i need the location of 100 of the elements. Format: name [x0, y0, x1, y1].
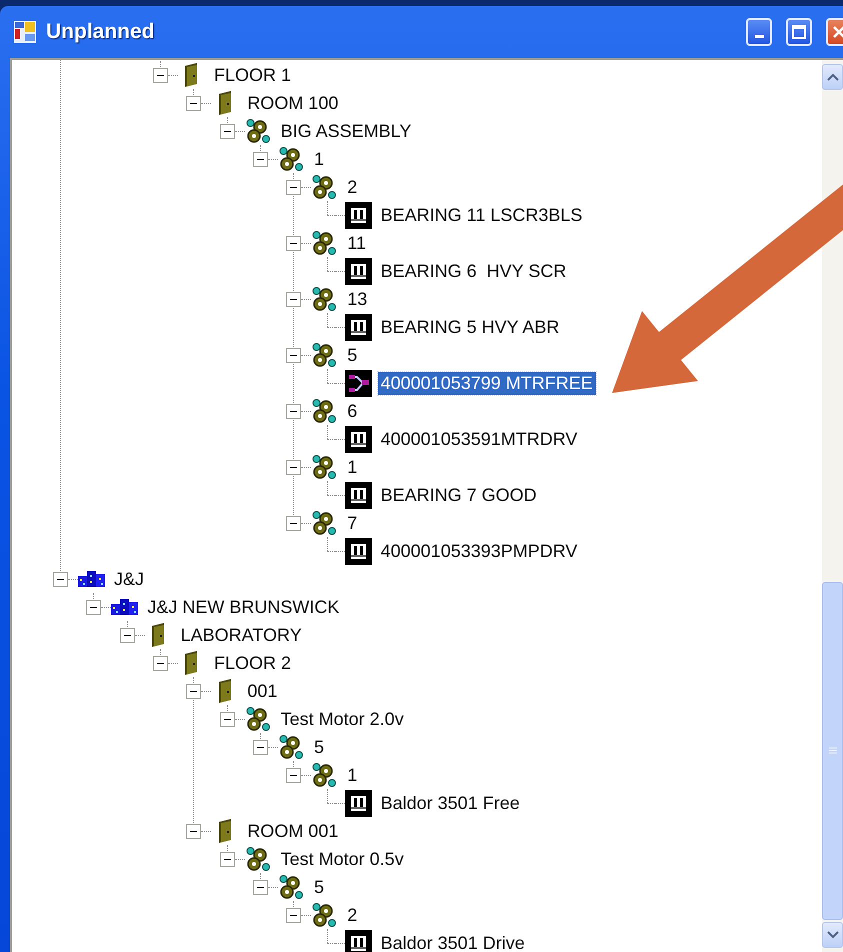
- collapse-toggle[interactable]: [286, 768, 302, 782]
- collapse-toggle[interactable]: [186, 96, 202, 110]
- tree-node-label[interactable]: J&J NEW BRUNSWICK: [144, 596, 342, 618]
- tree-node-label[interactable]: LABORATORY: [178, 624, 305, 646]
- chevron-up-icon: [826, 73, 838, 81]
- app-icon: [14, 21, 36, 43]
- motor-icon: [344, 370, 372, 396]
- collapse-toggle[interactable]: [220, 124, 235, 138]
- gears-icon: [312, 902, 338, 928]
- collapse-toggle[interactable]: [53, 572, 68, 586]
- collapse-toggle[interactable]: [86, 600, 102, 614]
- window-title: Unplanned: [46, 20, 156, 44]
- collapse-toggle[interactable]: [152, 68, 168, 82]
- tree-line: [234, 130, 245, 132]
- collapse-toggle[interactable]: [286, 348, 302, 362]
- scroll-thumb[interactable]: [822, 582, 843, 920]
- tree-node-label[interactable]: BEARING 6 HVY SCR: [378, 260, 570, 282]
- collapse-toggle[interactable]: [286, 404, 302, 418]
- collapse-toggle[interactable]: [286, 516, 302, 530]
- tree-node-label[interactable]: 11: [344, 232, 369, 254]
- scroll-down-button[interactable]: [822, 922, 843, 948]
- tree-line: [201, 102, 212, 104]
- tree-node-label[interactable]: 5: [344, 344, 360, 366]
- tree-node-label[interactable]: Test Motor 0.5v: [278, 848, 407, 870]
- gears-icon: [312, 286, 338, 312]
- tree-line: [301, 298, 312, 300]
- tree-node-label[interactable]: 6: [344, 400, 360, 422]
- tree-line: [201, 830, 212, 832]
- tree-node-label[interactable]: 001: [244, 680, 280, 702]
- tree-node-label[interactable]: 400001053393PMPDRV: [378, 540, 580, 562]
- collapse-toggle[interactable]: [186, 684, 202, 698]
- collapse-toggle[interactable]: [252, 880, 268, 894]
- tree-line: [268, 746, 278, 748]
- collapse-toggle[interactable]: [286, 236, 302, 250]
- tree-node-label[interactable]: 5: [310, 736, 327, 758]
- collapse-toggle[interactable]: [152, 656, 168, 670]
- bearing-icon: [344, 426, 372, 452]
- maximize-button[interactable]: [786, 18, 812, 46]
- collapse-toggle[interactable]: [220, 712, 235, 726]
- gears-icon: [312, 174, 338, 200]
- collapse-toggle[interactable]: [120, 628, 135, 642]
- tree-node-label[interactable]: 5: [310, 876, 327, 898]
- collapse-toggle[interactable]: [286, 292, 302, 306]
- maximize-icon: [792, 25, 806, 39]
- tree-line: [201, 690, 212, 692]
- tree-line: [301, 242, 312, 244]
- collapse-toggle[interactable]: [186, 824, 202, 838]
- tree-node-label[interactable]: FLOOR 1: [210, 64, 294, 86]
- bearing-icon: [344, 482, 372, 508]
- tree-line: [301, 466, 312, 468]
- gears-icon: [312, 230, 338, 256]
- tree-node-label[interactable]: 7: [344, 512, 360, 534]
- bearing-icon: [344, 202, 372, 228]
- tree-node-label[interactable]: BIG ASSEMBLY: [278, 120, 414, 142]
- minimize-button[interactable]: [746, 18, 772, 46]
- collapse-toggle[interactable]: [252, 152, 268, 166]
- grip-icon: [828, 747, 836, 755]
- scrollbar[interactable]: [822, 60, 843, 952]
- scroll-up-button[interactable]: [822, 64, 843, 90]
- gears-icon: [278, 146, 304, 172]
- gears-icon: [246, 706, 271, 732]
- tree-line: [301, 186, 312, 188]
- tree-node-label[interactable]: Test Motor 2.0v: [278, 708, 407, 730]
- gears-icon: [312, 454, 338, 480]
- minimize-icon: [754, 34, 764, 38]
- tree-node-label[interactable]: 2: [344, 176, 360, 198]
- tree-node-label[interactable]: 1: [344, 764, 360, 786]
- tree-node-label[interactable]: J&J: [111, 568, 148, 590]
- close-icon: [832, 25, 843, 39]
- tree-node-label[interactable]: BEARING 5 HVY ABR: [378, 316, 562, 338]
- tree-node-label[interactable]: 13: [344, 288, 370, 310]
- gears-icon: [312, 762, 338, 788]
- tree-node-label[interactable]: Baldor 3501 Free: [378, 792, 523, 814]
- bearing-icon: [344, 258, 372, 284]
- tree-node-label[interactable]: ROOM 001: [244, 820, 342, 842]
- collapse-toggle[interactable]: [220, 852, 235, 866]
- collapse-toggle[interactable]: [286, 180, 302, 194]
- collapse-toggle[interactable]: [286, 460, 302, 474]
- tree-node-label[interactable]: 1: [310, 148, 327, 170]
- tree-node-label[interactable]: 2: [344, 904, 360, 926]
- tree-node-label[interactable]: Baldor 3501 Drive: [378, 932, 528, 952]
- tree-node-label[interactable]: 400001053799 MTRFREE: [378, 372, 596, 394]
- tree-line: [268, 886, 278, 888]
- tree-line: [301, 774, 312, 776]
- gears-icon: [312, 398, 338, 424]
- tree-node-label[interactable]: ROOM 100: [244, 92, 342, 114]
- tree-node-label[interactable]: 1: [344, 456, 360, 478]
- tree-node-label[interactable]: FLOOR 2: [210, 652, 294, 674]
- bearing-icon: [344, 790, 372, 816]
- tree-node-label[interactable]: BEARING 11 LSCR3BLS: [378, 204, 586, 226]
- collapse-toggle[interactable]: [252, 740, 268, 754]
- bearing-icon: [344, 314, 372, 340]
- tree-node-label[interactable]: BEARING 7 GOOD: [378, 484, 540, 506]
- chevron-down-icon: [826, 931, 838, 939]
- tree-line: [234, 858, 245, 860]
- collapse-toggle[interactable]: [286, 908, 302, 922]
- tree-line: [301, 354, 312, 356]
- gears-icon: [278, 874, 304, 900]
- tree-node-label[interactable]: 400001053591MTRDRV: [378, 428, 580, 450]
- gears-icon: [246, 846, 271, 872]
